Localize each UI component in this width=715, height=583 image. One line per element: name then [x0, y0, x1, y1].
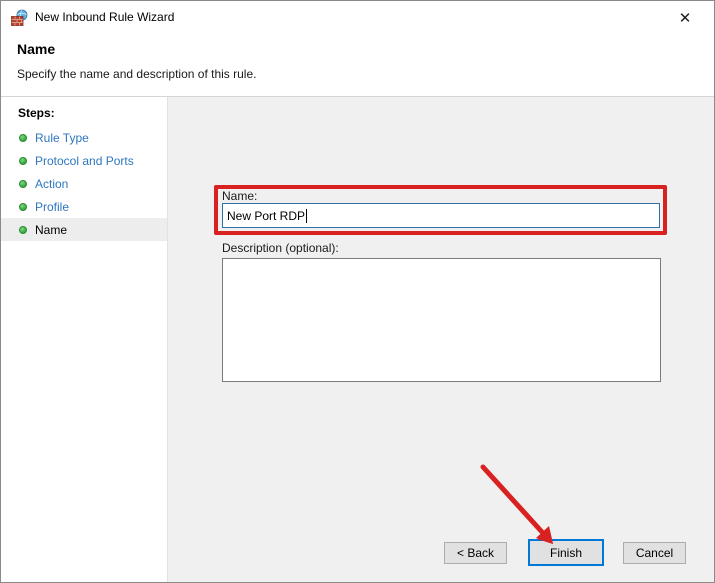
finish-button[interactable]: Finish: [528, 539, 604, 566]
description-field-label: Description (optional):: [222, 241, 339, 255]
text-caret: [306, 208, 308, 223]
step-bullet-icon: [19, 179, 27, 188]
title-bar: New Inbound Rule Wizard ✕: [1, 1, 714, 33]
name-input[interactable]: New Port RDP: [222, 203, 660, 228]
step-label: Rule Type: [35, 130, 89, 145]
wizard-content: Name: New Port RDP Description (optional…: [168, 97, 714, 582]
sidebar-item-profile[interactable]: Profile: [1, 195, 167, 218]
name-field-label: Name:: [222, 189, 258, 203]
cancel-button[interactable]: Cancel: [623, 542, 686, 564]
step-bullet-icon: [19, 133, 27, 142]
step-label: Name: [35, 222, 68, 237]
sidebar-item-name[interactable]: Name: [1, 218, 167, 241]
firewall-icon: [11, 9, 28, 26]
description-textarea[interactable]: [222, 258, 661, 382]
step-bullet-icon: [19, 225, 27, 234]
steps-sidebar: Steps: Rule Type Protocol and Ports Acti…: [1, 97, 168, 582]
back-button[interactable]: < Back: [444, 542, 507, 564]
name-input-value: New Port RDP: [227, 208, 306, 223]
steps-heading: Steps:: [18, 106, 55, 120]
page-subtitle: Specify the name and description of this…: [17, 67, 257, 81]
step-label: Action: [35, 176, 69, 191]
sidebar-item-protocol-and-ports[interactable]: Protocol and Ports: [1, 149, 167, 172]
step-bullet-icon: [19, 156, 27, 165]
step-label: Profile: [35, 199, 70, 214]
step-bullet-icon: [19, 202, 27, 211]
sidebar-item-action[interactable]: Action: [1, 172, 167, 195]
window-title: New Inbound Rule Wizard: [35, 10, 175, 24]
step-label: Protocol and Ports: [35, 153, 134, 168]
close-icon[interactable]: ✕: [672, 5, 698, 31]
wizard-window: New Inbound Rule Wizard ✕ Name Specify t…: [0, 0, 715, 583]
wizard-header: Name Specify the name and description of…: [1, 33, 714, 96]
page-title: Name: [17, 41, 56, 57]
sidebar-item-rule-type[interactable]: Rule Type: [1, 126, 167, 149]
